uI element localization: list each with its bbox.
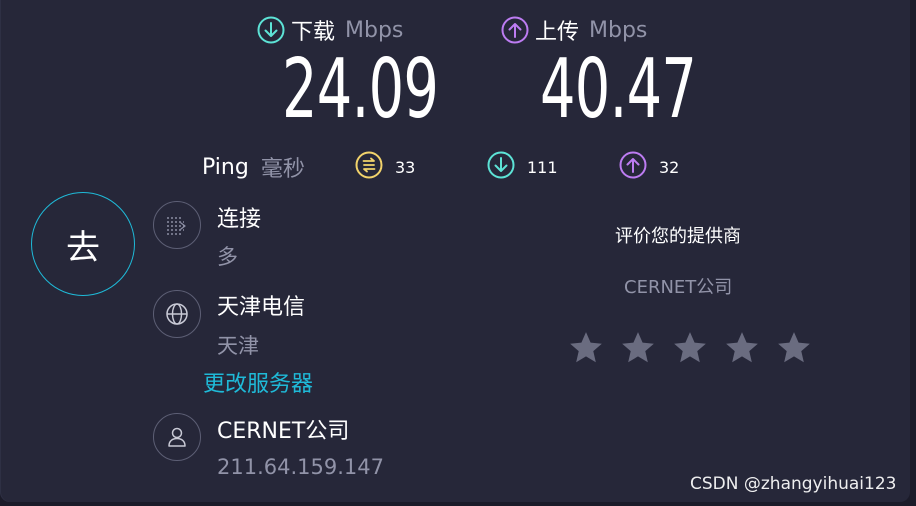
- star-icon[interactable]: [775, 329, 813, 367]
- rating-provider-name: CERNET公司: [624, 277, 733, 298]
- download-unit: Mbps: [345, 17, 404, 43]
- arrow-down-circle-icon: [257, 16, 285, 44]
- ping-download: 111: [487, 151, 558, 183]
- upload-unit: Mbps: [589, 17, 648, 43]
- ping-download-value: 111: [527, 157, 558, 177]
- user-icon: [153, 413, 201, 461]
- ping-idle-value: 33: [395, 157, 416, 177]
- globe-icon: [153, 290, 201, 338]
- star-icon[interactable]: [671, 329, 709, 367]
- rating-stars: [567, 329, 813, 367]
- arrow-down-circle-icon: [487, 151, 515, 183]
- go-button-label: 去: [66, 227, 100, 268]
- ping-unit: 毫秒: [260, 157, 305, 182]
- arrow-up-circle-icon: [619, 151, 647, 183]
- watermark: CSDN @zhangyihuai123: [690, 474, 897, 494]
- provider-title: CERNET公司: [217, 419, 350, 444]
- star-icon[interactable]: [619, 329, 657, 367]
- speedtest-result-panel: 下载 Mbps 24.09 上传 Mbps 40.47 Ping 毫秒 33 1…: [0, 0, 910, 502]
- ping-upload: 32: [619, 151, 679, 183]
- connection-title: 连接: [217, 207, 262, 232]
- server-title: 天津电信: [217, 295, 306, 320]
- arrow-up-circle-icon: [501, 16, 529, 44]
- server-location: 天津: [217, 334, 259, 358]
- download-speed-value: 24.09: [282, 42, 439, 137]
- ping-upload-value: 32: [659, 157, 680, 177]
- provider-ip: 211.64.159.147: [217, 455, 384, 479]
- ping-idle: 33: [355, 151, 415, 183]
- go-button[interactable]: 去: [31, 192, 135, 296]
- ping-label-group: Ping 毫秒: [202, 151, 305, 183]
- star-icon[interactable]: [723, 329, 761, 367]
- ping-label: Ping: [202, 154, 249, 180]
- connections-icon: [153, 201, 201, 249]
- star-icon[interactable]: [567, 329, 605, 367]
- connection-value: 多: [217, 245, 238, 269]
- upload-speed-value: 40.47: [540, 42, 697, 137]
- ping-idle-icon: [355, 151, 383, 183]
- rating-title: 评价您的提供商: [615, 226, 741, 247]
- change-server-link[interactable]: 更改服务器: [203, 366, 313, 398]
